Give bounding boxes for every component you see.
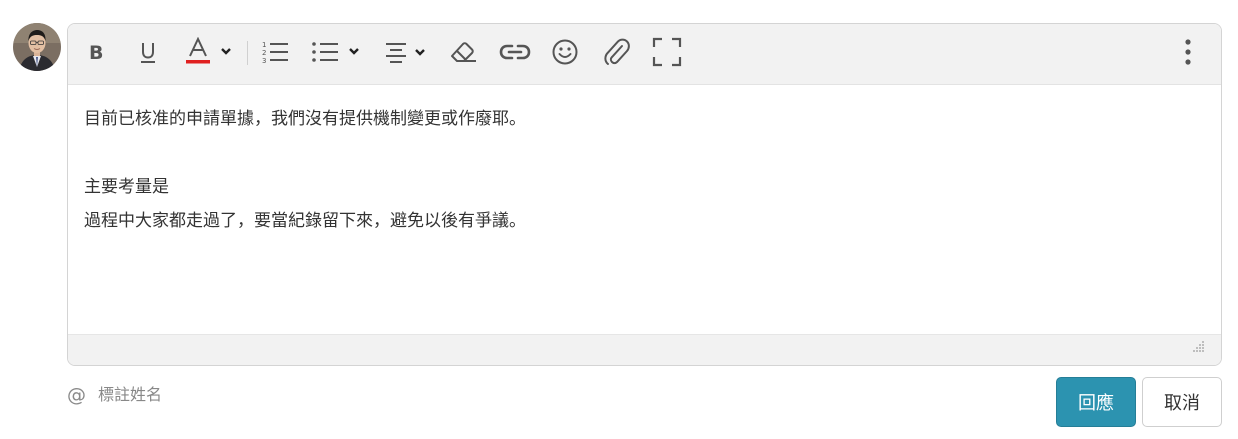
paperclip-icon	[604, 38, 630, 65]
editor-line: 過程中大家都走過了，要當紀錄留下來，避免以後有爭議。	[84, 211, 526, 231]
mention-placeholder: 標註姓名	[98, 385, 163, 404]
underline-icon	[141, 43, 155, 63]
editor-line: 主要考量是	[84, 177, 169, 197]
font-color-button[interactable]	[184, 36, 234, 68]
link-button[interactable]	[498, 36, 532, 68]
unordered-list-button[interactable]	[310, 36, 362, 68]
svg-text:1: 1	[262, 41, 266, 49]
editor-line: 目前已核准的申請單據，我們沒有提供機制變更或作廢耶。	[84, 109, 526, 129]
svg-text:B: B	[89, 42, 103, 63]
clear-format-button[interactable]	[448, 36, 478, 68]
at-icon: @	[67, 384, 86, 406]
more-vertical-icon	[1185, 39, 1191, 65]
attachment-button[interactable]	[601, 36, 631, 68]
editor-statusbar	[68, 334, 1221, 365]
editor-content[interactable]: 目前已核准的申請單據，我們沒有提供機制變更或作廢耶。 主要考量是 過程中大家都走…	[68, 85, 1221, 334]
toolbar-separator	[247, 41, 248, 65]
smiley-icon	[552, 39, 578, 65]
link-icon	[499, 44, 531, 60]
svg-text:3: 3	[262, 57, 266, 65]
ordered-list-button[interactable]: 1 2 3	[260, 36, 290, 68]
svg-text:2: 2	[262, 49, 266, 57]
bold-icon: B	[89, 42, 103, 63]
unordered-list-icon	[312, 42, 359, 62]
user-avatar	[13, 23, 61, 71]
fullscreen-icon	[652, 37, 682, 67]
ordered-list-icon: 1 2 3	[262, 41, 288, 65]
bold-button[interactable]: B	[82, 36, 110, 68]
avatar-photo-icon	[13, 23, 61, 71]
resize-grip-icon	[1193, 341, 1204, 352]
align-icon	[386, 43, 425, 63]
more-button[interactable]	[1178, 36, 1198, 68]
align-button[interactable]	[384, 36, 430, 68]
comment-editor: B 1 2 3 目前已核准的申請單據，我們沒有提供機制變更或作廢耶。 主要考量是…	[67, 23, 1222, 366]
font-color-icon	[186, 37, 231, 64]
eraser-icon	[451, 42, 476, 62]
underline-button[interactable]	[134, 36, 162, 68]
fullscreen-button[interactable]	[652, 36, 682, 68]
emoji-button[interactable]	[550, 36, 580, 68]
resize-handle[interactable]	[1191, 339, 1205, 358]
editor-toolbar: B 1 2 3	[68, 24, 1221, 85]
mention-field[interactable]: @ 標註姓名	[67, 380, 162, 406]
cancel-button[interactable]: 取消	[1142, 377, 1222, 427]
reply-button[interactable]: 回應	[1056, 377, 1136, 427]
